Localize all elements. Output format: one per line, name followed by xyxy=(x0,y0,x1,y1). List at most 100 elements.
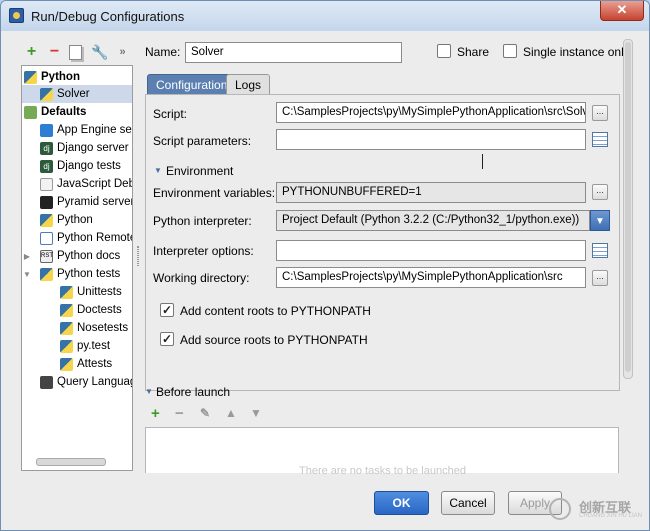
remove-task-button[interactable]: − xyxy=(175,405,184,422)
browse-script-button[interactable]: ... xyxy=(592,105,608,121)
tab-configuration[interactable]: Configuration xyxy=(147,74,237,95)
interp-options-field[interactable] xyxy=(276,240,586,261)
tree-item-app-engine[interactable]: App Engine serv xyxy=(40,121,132,139)
python-tests-icon xyxy=(60,285,73,299)
chevron-down-icon[interactable]: ▼ xyxy=(590,210,610,231)
tree-item-python[interactable]: Python xyxy=(40,211,93,229)
collapse-before-launch-icon[interactable]: ▼ xyxy=(145,387,153,396)
tree-item-javascript-debug[interactable]: JavaScript Debu xyxy=(40,175,132,193)
content-roots-label: Add content roots to PYTHONPATH xyxy=(180,304,371,318)
expand-params-icon[interactable] xyxy=(592,132,608,147)
tree-item-pytest[interactable]: py.test xyxy=(60,337,110,355)
env-vars-field[interactable]: PYTHONUNBUFFERED=1 xyxy=(276,182,586,203)
tree-item-django-tests[interactable]: dj Django tests xyxy=(40,157,121,175)
before-launch-label: Before launch xyxy=(156,385,231,399)
dialog-content: + − 🔧 » Python Solver Defaults App Engin… xyxy=(9,31,641,523)
share-checkbox[interactable] xyxy=(437,44,451,58)
app-engine-icon xyxy=(40,123,53,137)
single-instance-label: Single instance only xyxy=(523,45,630,59)
expand-arrow-icon[interactable]: ▶ xyxy=(22,252,32,261)
python-icon xyxy=(40,213,53,227)
name-field[interactable]: Solver xyxy=(185,42,402,63)
env-vars-label: Environment variables: xyxy=(153,186,276,200)
environment-section-label: Environment xyxy=(166,164,234,178)
remove-config-button[interactable]: − xyxy=(46,43,63,61)
django-icon: dj xyxy=(40,141,53,155)
before-launch-empty-text: There are no tasks to be launched xyxy=(299,465,466,477)
working-dir-field[interactable]: C:\SamplesProjects\py\MySimplePythonAppl… xyxy=(276,267,586,288)
tree-item-query-language[interactable]: Query Language xyxy=(40,373,132,391)
move-up-icon[interactable]: ▲ xyxy=(225,406,237,420)
edit-env-vars-button[interactable]: ... xyxy=(592,184,608,200)
rst-docs-icon: RST xyxy=(40,249,53,263)
script-field[interactable]: C:\SamplesProjects\py\MySimplePythonAppl… xyxy=(276,102,586,123)
watermark-logo-icon xyxy=(549,498,571,520)
config-toolbar: + − 🔧 » xyxy=(23,43,131,61)
move-down-icon[interactable]: ▼ xyxy=(250,406,262,420)
tab-logs[interactable]: Logs xyxy=(226,74,271,95)
copy-config-icon[interactable] xyxy=(69,44,82,60)
query-language-icon xyxy=(40,375,53,389)
add-config-button[interactable]: + xyxy=(23,43,40,61)
tree-item-python-group[interactable]: Python xyxy=(24,68,80,86)
tree-item-python-remote[interactable]: Python Remote xyxy=(40,229,132,247)
window-title: Run/Debug Configurations xyxy=(31,9,185,24)
tree-item-python-tests[interactable]: ▼ Python tests xyxy=(22,265,120,283)
app-icon xyxy=(9,8,24,23)
source-roots-checkbox[interactable]: ✓ xyxy=(160,332,174,346)
scrollbar-thumb[interactable] xyxy=(625,42,631,372)
tree-item-doctests[interactable]: Doctests xyxy=(60,301,122,319)
tree-item-django-server[interactable]: dj Django server xyxy=(40,139,129,157)
watermark-subtext: CHUANG XIN HU LIAN xyxy=(579,513,643,519)
content-roots-checkbox[interactable]: ✓ xyxy=(160,303,174,317)
working-dir-label: Working directory: xyxy=(153,271,250,285)
tree-item-pyramid-server[interactable]: Pyramid server xyxy=(40,193,132,211)
interp-options-label: Interpreter options: xyxy=(153,244,254,258)
collapse-environment-icon[interactable]: ▼ xyxy=(154,166,162,175)
watermark: 创新互联 CHUANG XIN HU LIAN xyxy=(549,495,649,525)
script-label: Script: xyxy=(153,107,188,121)
vertical-scrollbar[interactable] xyxy=(623,39,633,379)
interpreter-label: Python interpreter: xyxy=(153,214,252,228)
single-instance-checkbox[interactable] xyxy=(503,44,517,58)
edit-defaults-icon[interactable]: 🔧 xyxy=(91,44,108,61)
close-button[interactable]: ✕ xyxy=(600,1,644,21)
run-debug-window: Run/Debug Configurations ✕ + − 🔧 » Pytho… xyxy=(0,0,650,531)
config-tree[interactable]: Python Solver Defaults App Engine serv d… xyxy=(21,65,133,471)
browse-working-dir-button[interactable]: ... xyxy=(592,270,608,286)
python-remote-icon xyxy=(40,231,53,245)
python-icon xyxy=(24,70,37,84)
python-icon xyxy=(40,87,53,101)
interpreter-select[interactable]: Project Default (Python 3.2.2 (C:/Python… xyxy=(276,210,590,231)
django-icon: dj xyxy=(40,159,53,173)
python-tests-icon xyxy=(60,339,73,353)
tree-item-nosetests[interactable]: Nosetests xyxy=(60,319,128,337)
share-label: Share xyxy=(457,45,490,59)
more-actions-button[interactable]: » xyxy=(114,44,131,61)
javascript-debug-icon xyxy=(40,177,53,191)
expand-interp-options-icon[interactable] xyxy=(592,243,608,258)
text-cursor-icon xyxy=(482,154,488,169)
ok-button[interactable]: OK xyxy=(374,491,429,515)
script-params-label: Script parameters: xyxy=(153,134,252,148)
pyramid-icon xyxy=(40,195,53,209)
title-bar: Run/Debug Configurations ✕ xyxy=(1,1,649,31)
source-roots-label: Add source roots to PYTHONPATH xyxy=(180,333,368,347)
add-task-button[interactable]: + xyxy=(151,405,160,422)
tree-item-attests[interactable]: Attests xyxy=(60,355,112,373)
name-label: Name: xyxy=(145,45,181,59)
defaults-icon xyxy=(24,105,37,119)
collapse-arrow-icon[interactable]: ▼ xyxy=(22,270,32,279)
tree-item-unittests[interactable]: Unittests xyxy=(60,283,122,301)
tree-horizontal-scrollbar[interactable] xyxy=(36,458,106,466)
edit-task-icon[interactable]: ✎ xyxy=(200,406,210,420)
python-tests-icon xyxy=(60,321,73,335)
python-tests-icon xyxy=(40,267,53,281)
tree-item-python-docs[interactable]: ▶ RST Python docs xyxy=(22,247,120,265)
cancel-button[interactable]: Cancel xyxy=(441,491,495,515)
tree-item-solver[interactable]: Solver xyxy=(22,85,132,103)
tree-item-defaults[interactable]: Defaults xyxy=(24,103,86,121)
script-params-field[interactable] xyxy=(276,129,586,150)
python-tests-icon xyxy=(60,357,73,371)
splitter-handle[interactable] xyxy=(137,246,139,266)
